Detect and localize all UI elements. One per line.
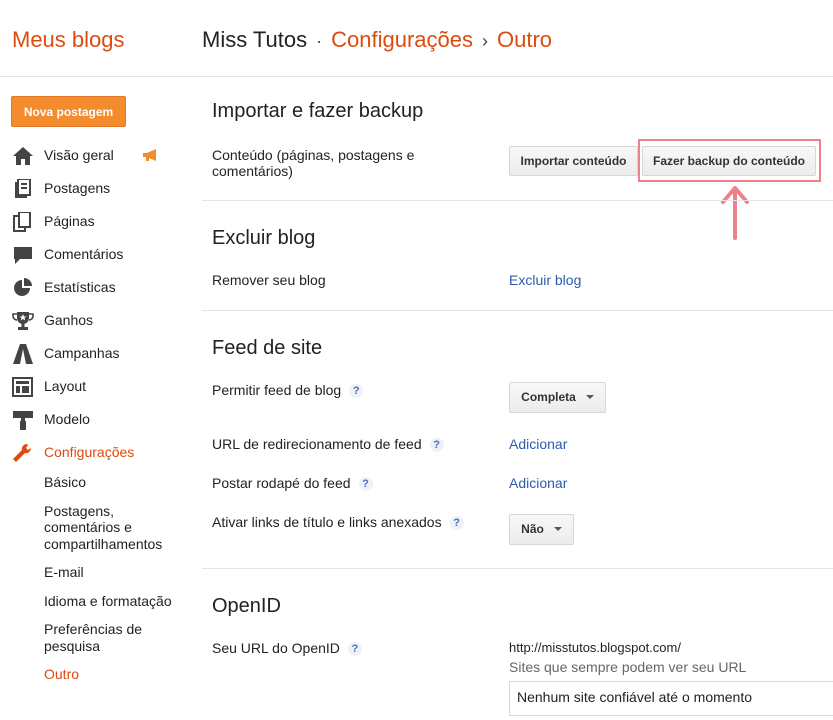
sidebar-item-label: Layout: [44, 378, 87, 394]
chevron-down-icon: [585, 395, 594, 399]
openid-url-text: Seu URL do OpenID: [212, 640, 340, 656]
sidebar-item-layout[interactable]: Layout: [0, 369, 190, 402]
pie-chart-icon: [14, 278, 32, 296]
sidebar-item-posts[interactable]: Postagens: [0, 171, 190, 204]
openid-url-label: Seu URL do OpenID?: [212, 640, 362, 656]
breadcrumb-separator: ›: [482, 31, 489, 51]
remove-blog-label: Remover seu blog: [212, 272, 326, 288]
feed-footer-label: Postar rodapé do feed?: [212, 475, 373, 491]
sidebar-item-earnings[interactable]: Ganhos: [0, 303, 190, 336]
backup-highlight-box: [638, 139, 821, 182]
title-links-value: Não: [521, 522, 544, 536]
redirect-feed-text: URL de redirecionamento de feed: [212, 436, 422, 452]
sidebar-item-campaigns[interactable]: Campanhas: [0, 336, 190, 369]
layout-icon: [12, 377, 33, 397]
title-links-text: Ativar links de título e links anexados: [212, 514, 442, 530]
openid-url-value: http://misstutos.blogspot.com/: [509, 640, 681, 655]
sidebar-item-label: Páginas: [44, 213, 95, 229]
site-feed-title: Feed de site: [212, 337, 323, 359]
sidebar-item-label: Estatísticas: [44, 279, 116, 295]
delete-blog-title: Excluir blog: [212, 227, 316, 249]
help-icon[interactable]: ?: [347, 642, 362, 656]
comment-icon: [14, 247, 32, 264]
campaign-icon: [13, 344, 33, 364]
sidebar-item-template[interactable]: Modelo: [0, 402, 190, 435]
megaphone-icon: [143, 149, 156, 161]
feed-footer-text: Postar rodapé do feed: [212, 475, 351, 491]
breadcrumb-blog-name[interactable]: Miss Tutos: [202, 27, 307, 52]
sidebar-item-label: Comentários: [44, 246, 124, 262]
paint-roller-icon: [13, 411, 33, 430]
sidebar-item-label: Ganhos: [44, 312, 94, 328]
subnav-email[interactable]: E-mail: [44, 564, 189, 581]
delete-blog-link[interactable]: Excluir blog: [509, 272, 581, 288]
redirect-feed-label: URL de redirecionamento de feed?: [212, 436, 444, 452]
breadcrumb: Miss Tutos · Configurações › Outro: [202, 27, 552, 53]
title-links-label: Ativar links de título e links anexados?: [212, 514, 464, 530]
chevron-down-icon: [553, 527, 562, 531]
sidebar-item-label: Configurações: [44, 444, 135, 460]
feed-footer-add-link[interactable]: Adicionar: [509, 475, 567, 491]
help-icon[interactable]: ?: [358, 477, 373, 491]
sidebar-item-label: Modelo: [44, 411, 90, 427]
subnav-posts-comments-sharing[interactable]: Postagens, comentários e compartilhament…: [44, 503, 189, 553]
sidebar-item-comments[interactable]: Comentários: [0, 237, 190, 270]
help-icon[interactable]: ?: [449, 516, 464, 530]
new-post-button[interactable]: Nova postagem: [11, 96, 126, 127]
settings-subnav: Básico Postagens, comentários e comparti…: [44, 474, 189, 695]
posts-icon: [15, 179, 31, 198]
home-icon: [13, 147, 33, 165]
help-icon[interactable]: ?: [429, 438, 444, 452]
sidebar-item-overview[interactable]: Visão geral: [0, 138, 190, 171]
feed-type-value: Completa: [521, 390, 576, 404]
sidebar-item-settings[interactable]: Configurações: [0, 435, 190, 468]
top-header: Meus blogs Miss Tutos · Configurações › Outr…: [0, 0, 833, 77]
sidebar-item-pages[interactable]: Páginas: [0, 204, 190, 237]
my-blogs-link[interactable]: Meus blogs: [12, 27, 125, 53]
pages-icon: [13, 212, 31, 232]
subnav-other[interactable]: Outro: [44, 666, 189, 683]
title-links-select[interactable]: Não: [509, 514, 574, 545]
subnav-search-preferences[interactable]: Preferências de pesquisa: [44, 621, 189, 654]
feed-type-select[interactable]: Completa: [509, 382, 606, 413]
section-divider: [202, 568, 833, 569]
trusted-sites-box: Nenhum site confiável até o momento: [509, 681, 833, 716]
content-label: Conteúdo (páginas, postagens e comentári…: [212, 147, 415, 179]
section-divider: [202, 310, 833, 311]
breadcrumb-dot: ·: [316, 31, 323, 51]
trusted-sites-caption: Sites que sempre podem ver seu URL: [509, 659, 747, 675]
trophy-icon: [12, 312, 34, 330]
sidebar-item-label: Postagens: [44, 180, 111, 196]
subnav-language-formatting[interactable]: Idioma e formatação: [44, 593, 189, 610]
wrench-icon: [13, 443, 32, 462]
sidebar-item-label: Visão geral: [44, 147, 114, 163]
help-icon[interactable]: ?: [349, 384, 364, 398]
import-backup-title: Importar e fazer backup: [212, 100, 424, 122]
subnav-basic[interactable]: Básico: [44, 474, 189, 491]
sidebar-item-stats[interactable]: Estatísticas: [0, 270, 190, 303]
sidebar-nav: Visão geral Postagens Páginas Comentário…: [0, 138, 190, 468]
openid-title: OpenID: [212, 595, 281, 617]
import-content-button[interactable]: Importar conteúdo: [509, 146, 638, 176]
arrow-up-icon: [721, 186, 749, 240]
breadcrumb-settings[interactable]: Configurações: [331, 27, 473, 52]
redirect-add-link[interactable]: Adicionar: [509, 436, 567, 452]
allow-feed-text: Permitir feed de blog: [212, 382, 342, 398]
allow-feed-label: Permitir feed de blog?: [212, 382, 364, 398]
breadcrumb-current: Outro: [497, 27, 553, 52]
section-divider: [202, 200, 833, 201]
sidebar-item-label: Campanhas: [44, 345, 120, 361]
